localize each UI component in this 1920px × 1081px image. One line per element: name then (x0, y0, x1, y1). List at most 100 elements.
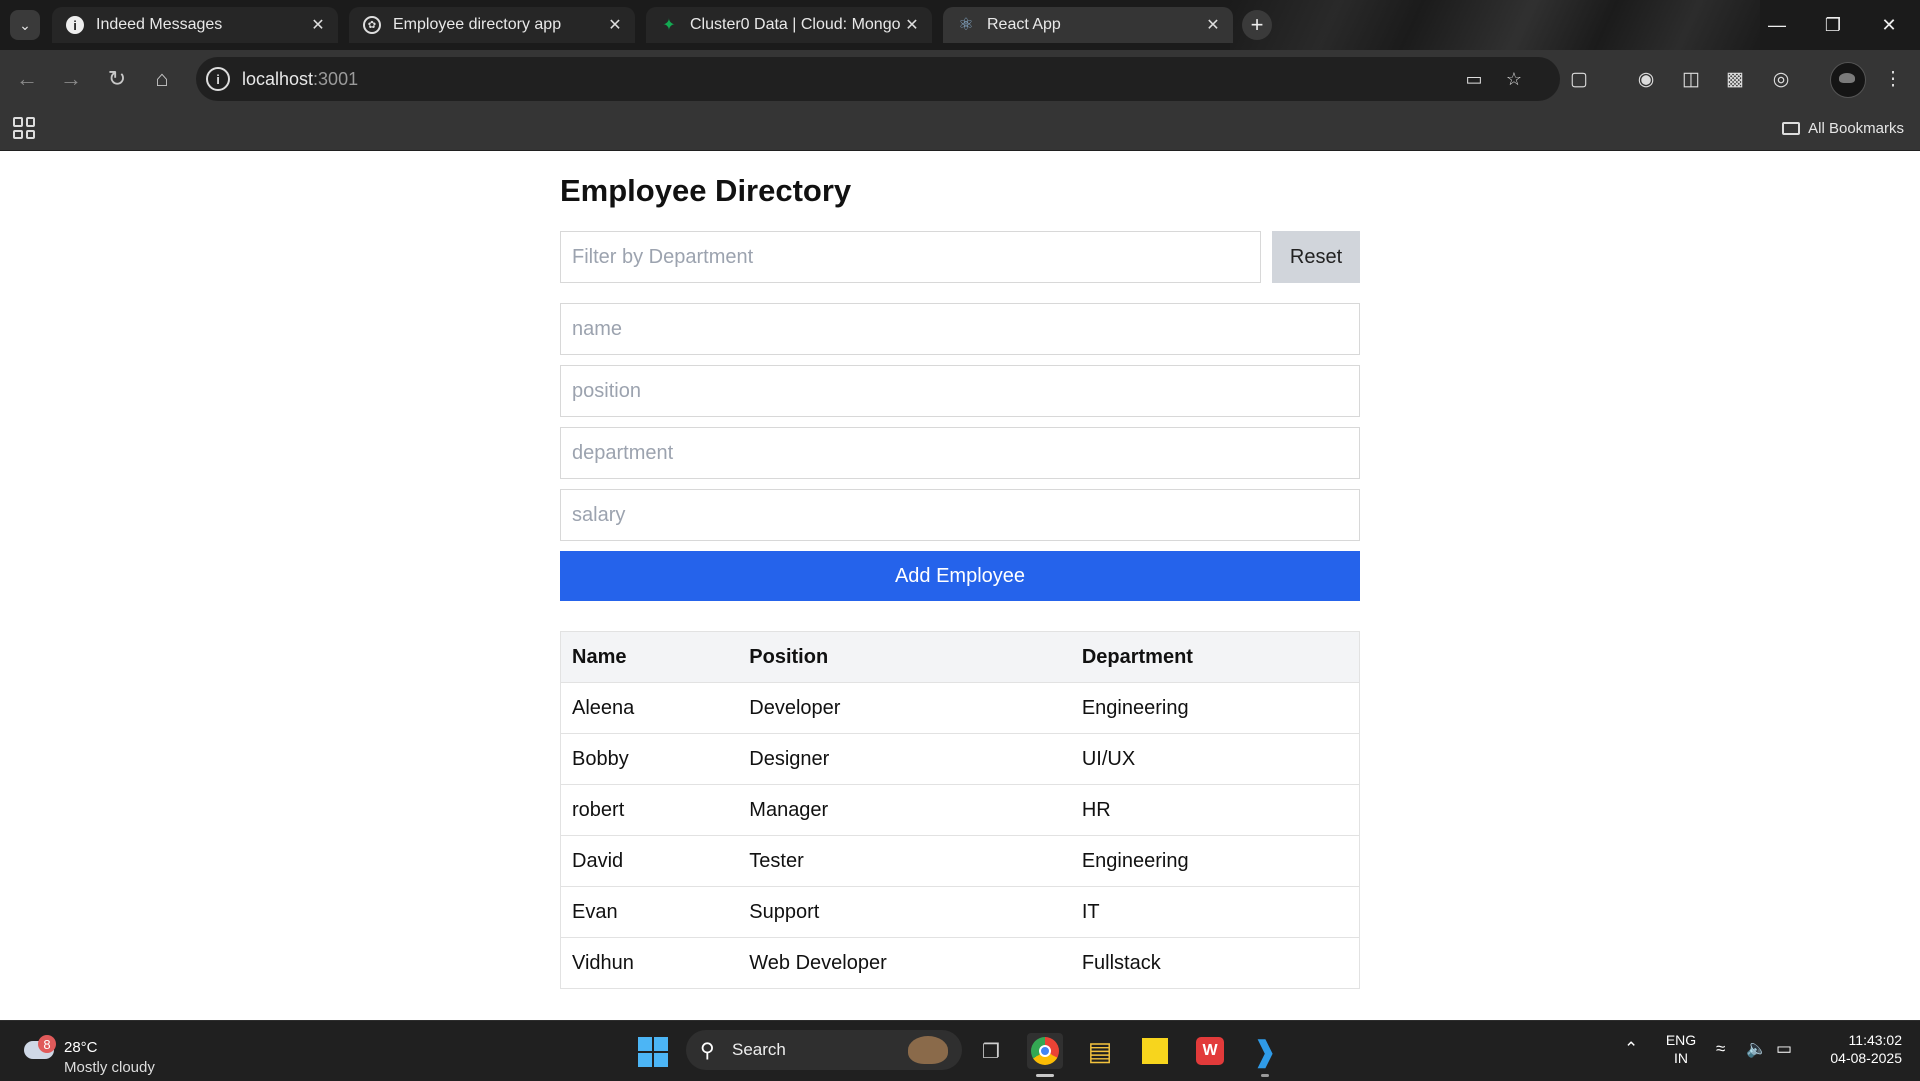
search-icon: ⚲ (700, 1040, 715, 1062)
site-info-icon[interactable]: i (206, 67, 230, 91)
page-title: Employee Directory (560, 173, 852, 208)
weather-description: Mostly cloudy (64, 1059, 155, 1076)
close-tab-icon[interactable]: ✕ (306, 13, 330, 37)
all-bookmarks-label: All Bookmarks (1808, 120, 1904, 137)
reload-icon: ↻ (107, 66, 127, 91)
table-row: Aleena Developer Engineering (560, 682, 1360, 734)
table-header-row: Name Position Department (560, 631, 1360, 683)
cell-department: Engineering (1070, 835, 1360, 887)
clock[interactable]: 11:43:02 04-08-2025 (1812, 1031, 1902, 1067)
chrome-icon[interactable] (1027, 1033, 1063, 1069)
restore-icon: ❐ (1824, 14, 1842, 35)
tab-search-button[interactable]: ⌄ (10, 10, 40, 40)
minimize-button[interactable]: — (1754, 10, 1800, 40)
cell-position: Designer (738, 733, 1071, 785)
cell-position: Developer (738, 682, 1071, 734)
info-icon: i (66, 16, 84, 34)
add-employee-button[interactable]: Add Employee (560, 551, 1360, 601)
filter-department-input[interactable] (560, 231, 1261, 283)
close-tab-icon[interactable]: ✕ (603, 13, 627, 37)
close-tab-icon[interactable]: ✕ (1201, 13, 1225, 37)
cell-name: David (560, 835, 739, 887)
salary-input[interactable] (560, 489, 1360, 541)
chrome-active-indicator (1036, 1074, 1054, 1077)
battery-icon[interactable]: ▭ (1776, 1039, 1792, 1059)
clock-time: 11:43:02 (1848, 1032, 1902, 1048)
cell-department: Fullstack (1070, 937, 1360, 989)
cell-position: Tester (738, 835, 1071, 887)
taskbar-search-box[interactable]: ⚲ Search (686, 1030, 962, 1070)
window-background-decoration (1230, 0, 1760, 50)
close-tab-icon[interactable]: ✕ (900, 13, 924, 37)
page-content: Employee Directory Reset Add Employee Na… (0, 151, 1920, 1020)
department-input[interactable] (560, 427, 1360, 479)
region-code: IN (1674, 1050, 1688, 1066)
cell-department: HR (1070, 784, 1360, 836)
wps-office-icon[interactable]: W (1192, 1033, 1228, 1069)
weather-badge: 8 (38, 1035, 56, 1053)
cell-position: Manager (738, 784, 1071, 836)
cell-name: Evan (560, 886, 739, 938)
tab-employee-directory-app[interactable]: ✿ Employee directory app ✕ (349, 7, 635, 43)
screenshot-icon[interactable]: ◎ (1766, 64, 1796, 94)
browser-toolbar: ← → ↻ ⌂ i localhost:3001 ▭ ☆ ▢ ◉ ◫ ▩ ◎ ⋮ (0, 50, 1920, 108)
table-row: Vidhun Web Developer Fullstack (560, 937, 1360, 989)
forward-button[interactable]: → (56, 64, 86, 94)
tab-title: Cluster0 Data | Cloud: MongoDB (690, 16, 900, 33)
cell-department: IT (1070, 886, 1360, 938)
position-input[interactable] (560, 365, 1360, 417)
home-button[interactable]: ⌂ (147, 64, 177, 94)
address-bar[interactable]: i localhost:3001 ▭ ☆ (196, 57, 1560, 101)
column-header-position: Position (738, 631, 1071, 683)
language-indicator[interactable]: ENG IN (1664, 1031, 1698, 1067)
chevron-up-icon[interactable]: ⌃ (1624, 1039, 1638, 1059)
clock-date: 04-08-2025 (1830, 1050, 1902, 1066)
chevron-down-icon: ⌄ (19, 16, 31, 33)
close-icon: ✕ (1881, 14, 1897, 35)
cell-position: Support (738, 886, 1071, 938)
tab-react-app[interactable]: ⚛ React App ✕ (943, 7, 1233, 43)
name-input[interactable] (560, 303, 1360, 355)
tab-strip: ⌄ i Indeed Messages ✕ ✿ Employee directo… (0, 0, 1920, 50)
reset-button[interactable]: Reset (1272, 231, 1360, 283)
taskbar: 8 28°C Mostly cloudy ⚲ Search ❐ ▤ W ❱ ⌃ … (0, 1020, 1920, 1081)
reload-button[interactable]: ↻ (102, 64, 132, 94)
profile-avatar[interactable] (1830, 62, 1866, 98)
folder-icon (1782, 122, 1801, 135)
translate-icon[interactable]: ▩ (1720, 64, 1750, 94)
cell-department: Engineering (1070, 682, 1360, 734)
cell-position: Web Developer (738, 937, 1071, 989)
all-bookmarks-button[interactable]: All Bookmarks (1782, 120, 1904, 137)
devices-icon[interactable]: ◫ (1676, 64, 1706, 94)
wifi-icon[interactable]: ≈ (1716, 1039, 1725, 1059)
table-row: Evan Support IT (560, 886, 1360, 938)
vscode-icon[interactable]: ❱ (1247, 1033, 1283, 1069)
close-window-button[interactable]: ✕ (1866, 10, 1912, 40)
url-text: localhost:3001 (242, 69, 358, 90)
cell-name: Aleena (560, 682, 739, 734)
mongodb-leaf-icon: ✦ (662, 17, 676, 34)
menu-kebab-icon[interactable]: ⋮ (1878, 64, 1908, 94)
restore-button[interactable]: ❐ (1810, 10, 1856, 40)
apps-grid-icon[interactable] (13, 117, 35, 139)
new-tab-button[interactable]: + (1242, 10, 1272, 40)
install-app-icon[interactable]: ▭ (1462, 67, 1486, 91)
cell-name: Vidhun (560, 937, 739, 989)
incognito-icon[interactable]: ◉ (1631, 64, 1661, 94)
extensions-icon[interactable]: ▢ (1564, 64, 1594, 94)
back-button[interactable]: ← (12, 64, 42, 94)
employee-table: Name Position Department Aleena Develope… (560, 631, 1360, 989)
windows-start-icon[interactable] (638, 1037, 668, 1067)
tab-indeed-messages[interactable]: i Indeed Messages ✕ (52, 7, 338, 43)
url-port: :3001 (313, 69, 359, 89)
task-view-icon[interactable]: ❐ (973, 1033, 1009, 1069)
chatgpt-icon: ✿ (363, 16, 381, 34)
tab-mongodb-cluster[interactable]: ✦ Cluster0 Data | Cloud: MongoDB ✕ (646, 7, 932, 43)
plus-icon: + (1250, 12, 1264, 37)
volume-icon[interactable]: 🔈 (1746, 1039, 1767, 1059)
bookmark-star-icon[interactable]: ☆ (1502, 67, 1526, 91)
file-explorer-icon[interactable]: ▤ (1082, 1033, 1118, 1069)
react-icon: ⚛ (958, 15, 974, 34)
sticky-notes-icon[interactable] (1137, 1033, 1173, 1069)
table-row: robert Manager HR (560, 784, 1360, 836)
